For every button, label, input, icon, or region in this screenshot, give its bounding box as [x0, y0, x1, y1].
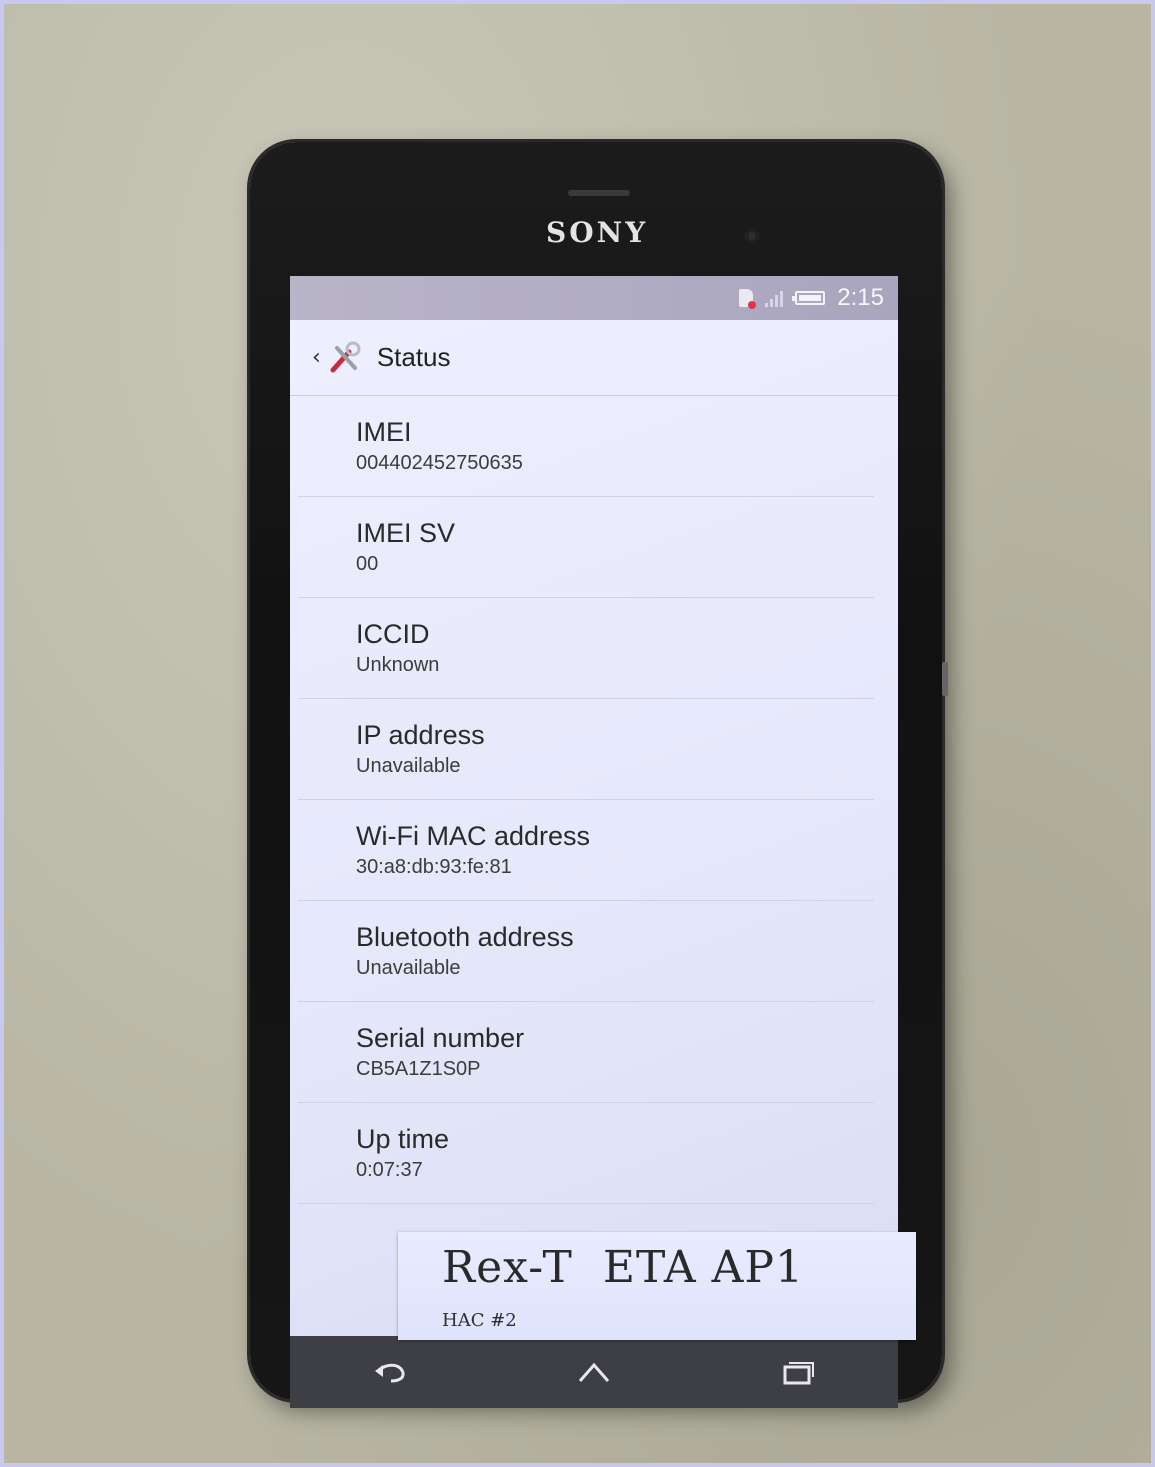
item-value: 004402452750635 [356, 452, 523, 474]
list-item-imei[interactable]: IMEI 004402452750635 [298, 396, 874, 497]
item-value: 30:a8:db:93:fe:81 [356, 856, 512, 878]
list-item-imei-sv[interactable]: IMEI SV 00 [298, 497, 874, 598]
item-label: Wi-Fi MAC address [356, 821, 591, 851]
device-label-sticker: Rex-T ETA AP1 HAC #2 [398, 1232, 916, 1340]
recents-icon[interactable] [777, 1357, 817, 1387]
item-value: CB5A1Z1S0P [356, 1058, 481, 1080]
item-label: Up time [356, 1124, 450, 1154]
item-label: IMEI [356, 417, 412, 447]
settings-tools-icon[interactable] [327, 340, 363, 376]
home-icon[interactable] [574, 1357, 614, 1387]
chevron-left-icon[interactable]: ‹ [312, 345, 321, 370]
status-list: IMEI 004402452750635 IMEI SV 00 ICCID Un… [290, 396, 898, 1204]
status-clock: 2:15 [837, 284, 884, 311]
status-bar: 2:15 [290, 276, 898, 320]
list-item-wifi-mac[interactable]: Wi-Fi MAC address 30:a8:db:93:fe:81 [298, 800, 874, 901]
front-camera [746, 230, 758, 242]
sticker-main-text: Rex-T ETA AP1 [442, 1242, 805, 1293]
list-item-ip-address[interactable]: IP address Unavailable [298, 699, 874, 800]
item-label: IP address [356, 720, 485, 750]
action-bar: ‹ Status [290, 320, 898, 396]
list-item-serial-number[interactable]: Serial number CB5A1Z1S0P [298, 1002, 874, 1103]
item-value: Unavailable [356, 957, 461, 979]
item-value: 0:07:37 [356, 1159, 423, 1181]
power-button[interactable] [942, 662, 948, 696]
signal-icon [765, 289, 784, 307]
back-icon[interactable] [371, 1357, 411, 1387]
navigation-bar [290, 1336, 898, 1408]
page-title: Status [376, 342, 451, 372]
sticker-sub-text: HAC #2 [442, 1310, 517, 1331]
item-label: Bluetooth address [356, 922, 574, 952]
list-item-bluetooth[interactable]: Bluetooth address Unavailable [298, 901, 874, 1002]
item-label: ICCID [356, 619, 430, 649]
battery-icon [792, 291, 826, 305]
brand-logo: SONY [546, 216, 649, 249]
earpiece-speaker [568, 190, 630, 196]
item-label: IMEI SV [356, 518, 456, 548]
item-value: Unknown [356, 654, 440, 676]
list-item-up-time[interactable]: Up time 0:07:37 [298, 1103, 874, 1204]
item-value: Unavailable [356, 755, 461, 777]
sim-card-icon [739, 289, 757, 309]
item-label: Serial number [356, 1023, 525, 1053]
phone-device: SONY 2:15 ‹ Status IMEI 004402452750635 … [250, 142, 948, 1408]
item-value: 00 [356, 553, 379, 575]
list-item-iccid[interactable]: ICCID Unknown [298, 598, 874, 699]
